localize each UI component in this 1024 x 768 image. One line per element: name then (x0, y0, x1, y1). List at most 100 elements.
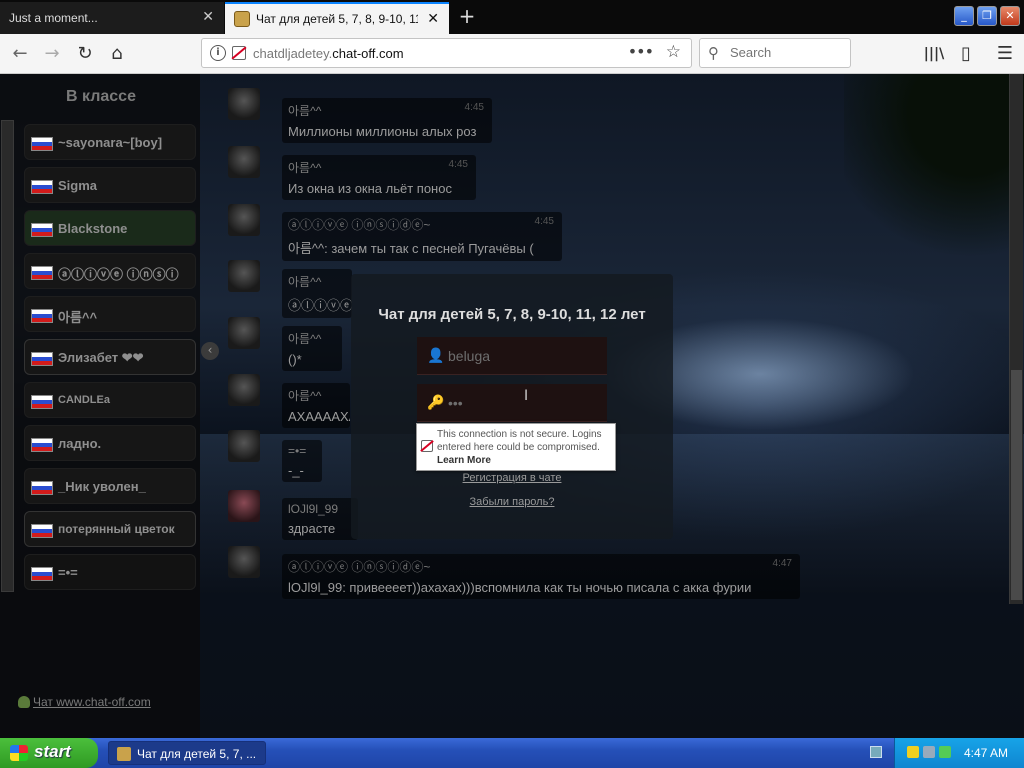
russia-flag-icon (31, 137, 53, 151)
minimize-button[interactable]: _ (954, 6, 974, 26)
user-item[interactable]: _Ник уволен_ (24, 468, 196, 504)
close-icon[interactable]: ✕ (202, 8, 214, 25)
user-item[interactable]: потерянный цветок (24, 511, 196, 547)
user-item[interactable]: ⓐⓛⓘⓥⓔ ⓘⓝⓢⓘ (24, 253, 196, 289)
message-author[interactable]: 아름^^ (288, 387, 344, 404)
url-bar[interactable]: i chatdljadetey.chat-off.com ••• ☆ (201, 38, 692, 68)
russia-flag-icon (31, 524, 53, 538)
avatar[interactable] (228, 374, 260, 406)
forgot-password-link[interactable]: Забыли пароль? (351, 496, 673, 508)
menu-icon[interactable]: ☰ (993, 42, 1017, 66)
user-item[interactable]: Blackstone (24, 210, 196, 246)
learn-more-link[interactable]: Learn More (437, 455, 491, 466)
avatar[interactable] (228, 260, 260, 292)
bookmark-star-icon[interactable]: ☆ (666, 42, 681, 62)
tooltip-text: This connection is not secure. Logins en… (437, 428, 612, 467)
chat-message: 아름^^ Миллионы миллионы алых роз 4:45 (282, 98, 492, 143)
user-list-sidebar: В классе ~sayonara~[boy] Sigma Blackston… (0, 74, 200, 738)
library-icon[interactable]: |||\ (922, 42, 946, 66)
avatar[interactable] (228, 204, 260, 236)
system-tray: 4:47 AM (894, 738, 1024, 768)
user-nick: ~sayonara~[boy] (58, 135, 163, 150)
chat-message: 아름^^ Из окна из окна льёт понос 4:45 (282, 155, 476, 200)
browser-tabstrip: Just a moment... ✕ Чат для детей 5, 7, 8… (0, 0, 1024, 34)
new-tab-button[interactable]: + (455, 4, 479, 28)
user-item[interactable]: Элизабет ❤❤ (24, 339, 196, 375)
page-actions-icon[interactable]: ••• (628, 42, 654, 61)
taskbar-item-chat[interactable]: Чат для детей 5, 7, ... (108, 741, 266, 765)
avatar[interactable] (228, 490, 260, 522)
message-author[interactable]: 아름^^ (288, 273, 346, 290)
message-text: 아름^^: зачем ты так с песней Пугачёвы ( (288, 241, 534, 256)
info-icon[interactable]: i (210, 45, 226, 61)
message-author[interactable]: ⓐⓛⓘⓥⓔ ⓘⓝⓢⓘⓓⓔ~ (288, 216, 556, 233)
russia-flag-icon (31, 438, 53, 452)
start-button[interactable]: start (0, 738, 98, 768)
message-author[interactable]: =•= (288, 444, 316, 458)
message-text: lOJl9l_99: привеееет))ахахах)))вспомнила… (288, 580, 752, 595)
message-author[interactable]: lOJl9l_99 (288, 502, 352, 516)
avatar[interactable] (228, 317, 260, 349)
search-input[interactable] (730, 45, 840, 60)
message-text: здрасте (288, 521, 336, 536)
user-nick: ладно. (58, 436, 102, 451)
back-icon[interactable]: ← (8, 42, 32, 66)
url-text[interactable]: chatdljadetey.chat-off.com (253, 46, 404, 61)
user-item[interactable]: =•= (24, 554, 196, 590)
window-close-button[interactable]: ✕ (1000, 6, 1020, 26)
message-author[interactable]: 아름^^ (288, 330, 336, 347)
restore-button[interactable]: ❐ (977, 6, 997, 26)
avatar[interactable] (228, 430, 260, 462)
user-nick: Sigma (58, 178, 98, 193)
forward-icon[interactable]: → (40, 42, 64, 66)
navigation-toolbar: ← → ↻ ⌂ i chatdljadetey.chat-off.com •••… (0, 34, 1024, 74)
avatar[interactable] (228, 546, 260, 578)
user-item[interactable]: ладно. (24, 425, 196, 461)
tab-chat[interactable]: Чат для детей 5, 7, 8, 9-10, 11, 12 лет … (225, 2, 449, 34)
tab-just-a-moment[interactable]: Just a moment... ✕ (0, 2, 224, 34)
user-item[interactable]: 아름^^ (24, 296, 196, 332)
home-icon[interactable]: ⌂ (105, 42, 129, 66)
sidebar-scrollbar[interactable] (1, 120, 14, 592)
sync-icon[interactable] (939, 746, 951, 758)
user-item[interactable]: ~sayonara~[boy] (24, 124, 196, 160)
login-dialog: Чат для детей 5, 7, 8, 9-10, 11, 12 лет … (351, 274, 673, 539)
sidebar-title: В классе (66, 88, 136, 105)
user-item[interactable]: CANDLEa (24, 382, 196, 418)
scrollbar-thumb[interactable] (1011, 370, 1022, 600)
password-field[interactable]: 🔑 ••• (417, 384, 607, 422)
user-nick: ⓐⓛⓘⓥⓔ ⓘⓝⓢⓘ (58, 267, 179, 282)
message-author[interactable]: ⓐⓛⓘⓥⓔ ⓘⓝⓢⓘⓓⓔ~ (288, 558, 794, 575)
chat-message: =•= -_- (282, 440, 322, 482)
message-author[interactable]: 아름^^ (288, 102, 486, 119)
message-time: 4:47 (772, 558, 792, 569)
insecure-lock-icon[interactable] (232, 46, 246, 60)
user-nick: потерянный цветок (58, 522, 175, 536)
keyboard-icon[interactable] (870, 746, 882, 758)
windows-logo-icon (10, 745, 28, 761)
user-item[interactable]: Sigma (24, 167, 196, 203)
user-icon: 👤 (427, 348, 445, 364)
avatar[interactable] (228, 88, 260, 120)
russia-flag-icon (31, 266, 53, 280)
user-nick: =•= (58, 565, 78, 580)
message-text: ()* (288, 352, 302, 367)
security-shield-icon[interactable] (907, 746, 919, 758)
network-icon[interactable] (923, 746, 935, 758)
key-icon: 🔑 (427, 395, 445, 411)
chat-scrollbar[interactable] (1009, 74, 1023, 604)
message-author[interactable]: 아름^^ (288, 159, 470, 176)
message-time: 4:45 (534, 216, 554, 227)
reload-icon[interactable]: ↻ (73, 42, 97, 66)
russia-flag-icon (31, 309, 53, 323)
close-icon[interactable]: ✕ (427, 10, 439, 27)
username-field[interactable]: 👤 beluga (417, 337, 607, 375)
search-box[interactable]: ⚲ (699, 38, 851, 68)
message-time: 4:45 (448, 159, 468, 170)
register-link[interactable]: Регистрация в чате (351, 472, 673, 484)
sidebar-toggle-icon[interactable]: ▯ (954, 42, 978, 66)
message-text: АХААААХАХАХАХАХАХАХА (288, 409, 350, 424)
avatar[interactable] (228, 146, 260, 178)
firefox-icon (117, 747, 131, 761)
chat-site-link[interactable]: Чат www.chat-off.com (18, 695, 151, 709)
